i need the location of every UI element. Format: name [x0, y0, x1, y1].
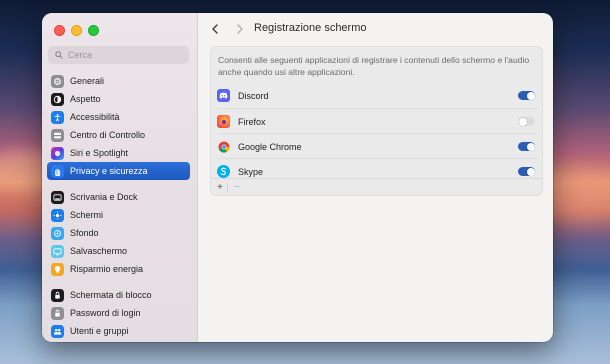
gear-icon	[51, 74, 64, 88]
sidebar-group-general: Generali Aspetto Accessibilità Centro di…	[47, 72, 190, 180]
lock-icon	[51, 306, 64, 320]
app-name: Discord	[238, 90, 269, 101]
sidebar-item-label: Scrivania e Dock	[70, 192, 138, 202]
system-settings-window: Generali Aspetto Accessibilità Centro di…	[42, 13, 553, 342]
app-name: Skype	[238, 166, 264, 177]
close-button[interactable]	[54, 25, 65, 36]
sidebar-item-aspetto[interactable]: Aspetto	[47, 90, 190, 108]
screensaver-icon	[51, 244, 64, 258]
search-field[interactable]	[48, 46, 189, 64]
chrome-icon	[217, 140, 230, 153]
chevron-right-icon	[237, 24, 243, 34]
sidebar-item-risparmio-energia[interactable]: Risparmio energia	[47, 260, 190, 278]
siri-icon	[51, 146, 64, 160]
app-name: Firefox	[238, 116, 266, 127]
minimize-button[interactable]	[71, 25, 82, 36]
lock-screen-icon	[51, 288, 64, 302]
sidebar-item-label: Privacy e sicurezza	[70, 166, 148, 176]
display-icon	[51, 208, 64, 222]
screen-recording-panel: Consenti alle seguenti applicazioni di r…	[210, 46, 543, 196]
accessibility-icon	[51, 110, 64, 124]
add-app-button[interactable]: +	[213, 182, 227, 193]
toolbar: Registrazione schermo	[198, 13, 553, 45]
sidebar-item-accessibilita[interactable]: Accessibilità	[47, 108, 190, 126]
firefox-icon	[217, 115, 230, 128]
sidebar-item-schermi[interactable]: Schermi	[47, 206, 190, 224]
chevron-left-icon	[212, 24, 218, 34]
sidebar-item-generali[interactable]: Generali	[47, 72, 190, 90]
page-title: Registrazione schermo	[254, 22, 367, 34]
sidebar-group-security: Schermata di blocco Password di login Ut…	[47, 286, 190, 340]
sidebar-item-utenti-gruppi[interactable]: Utenti e gruppi	[47, 322, 190, 340]
remove-app-button[interactable]: −	[230, 182, 244, 193]
sidebar-item-label: Sfondo	[70, 228, 99, 238]
wallpaper-icon	[51, 226, 64, 240]
sidebar-item-label: Risparmio energia	[70, 264, 144, 274]
sidebar-item-label: Centro di Controllo	[70, 130, 146, 140]
sidebar-item-siri-spotlight[interactable]: Siri e Spotlight	[47, 144, 190, 162]
panel-description: Consenti alle seguenti applicazioni di r…	[218, 55, 530, 77]
discord-toggle[interactable]	[518, 91, 535, 100]
sidebar-item-label: Aspetto	[70, 94, 101, 104]
sidebar-group-display: Scrivania e Dock Schermi Sfondo Salvasch…	[47, 188, 190, 278]
sidebar-item-sfondo[interactable]: Sfondo	[47, 224, 190, 242]
panel-footer: + −	[211, 178, 542, 195]
sidebar-item-label: Generali	[70, 76, 105, 86]
back-button[interactable]	[208, 22, 222, 36]
sidebar-item-label: Siri e Spotlight	[70, 148, 129, 158]
sidebar-item-scrivania-dock[interactable]: Scrivania e Dock	[47, 188, 190, 206]
skype-icon	[217, 165, 230, 178]
app-row-discord: Discord	[217, 83, 537, 108]
firefox-toggle[interactable]	[518, 117, 535, 126]
energy-icon	[51, 262, 64, 276]
sidebar-item-label: Schermi	[70, 210, 104, 220]
zoom-button[interactable]	[88, 25, 99, 36]
app-row-chrome: Google Chrome	[217, 133, 537, 159]
sidebar-item-label: Password di login	[70, 308, 141, 318]
users-icon	[51, 324, 64, 338]
sidebar-item-label: Schermata di blocco	[70, 290, 152, 300]
control-center-icon	[51, 128, 64, 142]
discord-icon	[217, 89, 230, 102]
window-controls	[54, 25, 99, 36]
search-icon	[55, 51, 63, 59]
skype-toggle[interactable]	[518, 167, 535, 176]
sidebar-item-centro-di-controllo[interactable]: Centro di Controllo	[47, 126, 190, 144]
main-content: Registrazione schermo Consenti alle segu…	[198, 13, 553, 342]
sidebar-item-label: Utenti e gruppi	[70, 326, 129, 336]
sidebar-item-label: Accessibilità	[70, 112, 120, 122]
sidebar-item-schermata-blocco[interactable]: Schermata di blocco	[47, 286, 190, 304]
sidebar-item-privacy-sicurezza[interactable]: Privacy e sicurezza	[47, 162, 190, 180]
sidebar-item-label: Salvaschermo	[70, 246, 128, 256]
forward-button[interactable]	[233, 22, 247, 36]
sidebar-item-password-login[interactable]: Password di login	[47, 304, 190, 322]
app-name: Google Chrome	[238, 141, 302, 152]
hand-icon	[51, 164, 64, 178]
search-input[interactable]	[68, 50, 178, 60]
sidebar-item-salvaschermo[interactable]: Salvaschermo	[47, 242, 190, 260]
sidebar: Generali Aspetto Accessibilità Centro di…	[42, 13, 198, 342]
dock-icon	[51, 190, 64, 204]
chrome-toggle[interactable]	[518, 142, 535, 151]
appearance-icon	[51, 92, 64, 106]
app-row-firefox: Firefox	[217, 108, 537, 134]
footer-divider	[227, 182, 228, 192]
